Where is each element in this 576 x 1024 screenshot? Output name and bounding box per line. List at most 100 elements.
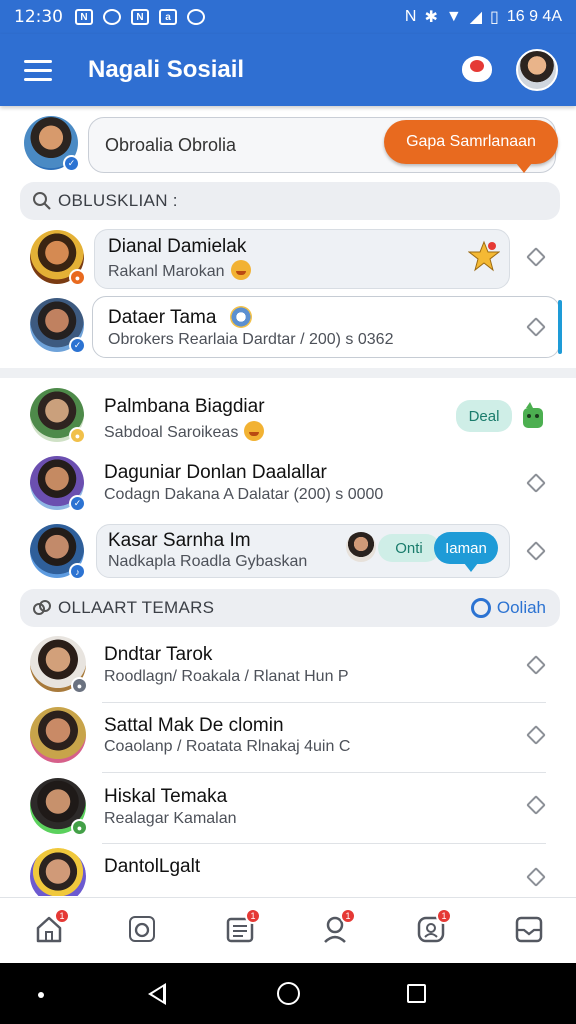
scroll-indicator bbox=[558, 300, 562, 354]
composer-send-button[interactable]: Gapa Samrlanaan bbox=[384, 120, 558, 173]
chat-avatar-1: ● bbox=[30, 230, 86, 286]
battery-icon: ▯ bbox=[490, 9, 499, 26]
chat-avatar-3: ● bbox=[30, 388, 86, 444]
chat-avatar-4: ✓ bbox=[30, 456, 86, 512]
status-badge: ● bbox=[71, 677, 88, 694]
chat-name-5: Kasar Sarnha Im bbox=[108, 530, 251, 551]
chat-more-icon-1[interactable] bbox=[526, 247, 546, 267]
groups-icon[interactable]: 1 bbox=[320, 908, 356, 944]
status-right-text: 16 9 4A bbox=[506, 8, 562, 25]
star-sticker-icon bbox=[468, 240, 500, 272]
chat-subtitle-3: Sabdoal Saroikeas bbox=[104, 421, 265, 442]
section-divider bbox=[0, 368, 576, 378]
music-icon: ♪ bbox=[69, 563, 86, 580]
home-circle-icon[interactable] bbox=[277, 982, 300, 1005]
home-icon[interactable]: 1 bbox=[34, 908, 70, 944]
system-nav-bar bbox=[0, 963, 576, 1024]
signal-icon: ◢ bbox=[469, 9, 483, 26]
back-icon[interactable] bbox=[148, 983, 166, 1005]
bluetooth-icon: ✱ bbox=[424, 9, 438, 26]
nav-badge: 1 bbox=[436, 908, 452, 924]
chat-name-3: Palmbana Biagdiar bbox=[104, 396, 265, 417]
chat-pill-3[interactable]: Deal bbox=[456, 400, 512, 432]
composer-placeholder: Obroalia Obrolia bbox=[105, 134, 237, 155]
friend-more-icon-2[interactable] bbox=[526, 725, 546, 745]
friend-avatar-4 bbox=[30, 848, 86, 896]
chat-mini-avatar bbox=[346, 532, 376, 562]
chat-pill-left-5[interactable]: Onti bbox=[378, 534, 440, 562]
chat-subtitle-2: Obrokers Rearlaia Dardtar / 200) s 0362 bbox=[108, 331, 394, 348]
notification-n2-icon: N bbox=[131, 9, 149, 25]
chat-name-2: Dataer Tama bbox=[108, 307, 217, 328]
compass-icon bbox=[187, 9, 205, 25]
inbox-glyph bbox=[515, 916, 543, 943]
search-label: OBLUSKLIAN : bbox=[58, 191, 178, 210]
news-icon[interactable]: 1 bbox=[225, 908, 261, 944]
friend-subtitle-1: Roodlagn/ Roakala / Rlanat Hun P bbox=[104, 668, 349, 685]
friend-more-icon-3[interactable] bbox=[526, 795, 546, 815]
menu-icon[interactable] bbox=[14, 46, 62, 94]
friend-avatar-1: ● bbox=[30, 636, 88, 694]
emoji-icon bbox=[230, 260, 251, 280]
nav-badge: 1 bbox=[340, 908, 356, 924]
friend-more-icon-1[interactable] bbox=[526, 655, 546, 675]
chat-subtitle-4: Codagn Dakana A Dalatar (200) s 0000 bbox=[104, 486, 384, 503]
row-divider bbox=[102, 702, 546, 703]
assistant-dot-icon bbox=[38, 992, 44, 998]
notification-n-icon: N bbox=[75, 9, 93, 25]
profile-icon[interactable]: 1 bbox=[416, 908, 452, 944]
verified-icon: ✓ bbox=[63, 155, 80, 172]
friend-more-icon-4[interactable] bbox=[526, 867, 546, 887]
friends-section-label: OLLAART TEMARS bbox=[58, 598, 215, 617]
chat-icon[interactable] bbox=[127, 914, 157, 944]
chat-subtitle-1: Rakanl Marokan bbox=[108, 260, 251, 281]
chat-avatar-2: ✓ bbox=[30, 298, 86, 354]
chat-avatar-5: ♪ bbox=[30, 524, 86, 580]
notification-bell-icon[interactable] bbox=[460, 52, 496, 88]
nav-badge: 1 bbox=[245, 908, 261, 924]
link-icon bbox=[33, 600, 51, 615]
chat-name-1: Dianal Damielak bbox=[108, 236, 247, 257]
bottom-nav: 1 1 1 1 bbox=[0, 897, 576, 963]
search-icon bbox=[33, 192, 51, 210]
profile-avatar[interactable] bbox=[516, 49, 558, 91]
friend-avatar-2 bbox=[30, 707, 86, 763]
status-time: 12:30 bbox=[14, 7, 63, 27]
notification-a-icon: a bbox=[159, 9, 177, 25]
friend-subtitle-3: Realagar Kamalan bbox=[104, 810, 237, 827]
chat-subtitle-5: Nadkapla Roadla Gybaskan bbox=[108, 553, 308, 570]
friend-subtitle-2: Coaolanp / Roatata Rlnakaj 4uin C bbox=[104, 738, 351, 755]
friend-name-1: Dndtar Tarok bbox=[104, 644, 213, 665]
row-divider bbox=[102, 843, 546, 844]
friend-avatar-3: ● bbox=[30, 778, 88, 836]
status-right: N ✱ ▼ ◢ ▯ 16 9 4A bbox=[405, 7, 562, 27]
nfc-icon: N bbox=[404, 8, 417, 25]
composer-avatar: ✓ bbox=[24, 116, 80, 172]
wifi-icon: ▼ bbox=[445, 8, 462, 25]
verified-icon: ✓ bbox=[69, 495, 86, 512]
chat-more-icon-5[interactable] bbox=[526, 541, 546, 561]
emoji-icon bbox=[244, 421, 265, 441]
chat-more-icon-4[interactable] bbox=[526, 473, 546, 493]
globe-icon bbox=[230, 306, 252, 328]
sticker-icon bbox=[523, 402, 543, 428]
status-badge: ● bbox=[69, 427, 86, 444]
chat-name-4: Daguniar Donlan Daalallar bbox=[104, 462, 327, 483]
chat-pill-right-5[interactable]: Iaman bbox=[434, 532, 498, 572]
camera-icon bbox=[103, 9, 121, 25]
app-title: Nagali Sosiail bbox=[88, 56, 245, 83]
status-badge: ● bbox=[69, 269, 86, 286]
inbox-icon[interactable] bbox=[514, 914, 544, 944]
verified-icon: ✓ bbox=[69, 337, 86, 354]
friend-name-2: Sattal Mak De clomin bbox=[104, 715, 284, 736]
app-bar: Nagali Sosiail bbox=[0, 34, 576, 106]
search-bar[interactable]: OBLUSKLIAN : bbox=[20, 182, 560, 220]
row-divider bbox=[102, 772, 546, 773]
see-all-icon bbox=[470, 598, 491, 618]
online-icon: ● bbox=[71, 819, 88, 836]
friend-name-3: Hiskal Temaka bbox=[104, 786, 228, 807]
recents-icon[interactable] bbox=[407, 984, 426, 1003]
chat-glyph bbox=[134, 922, 150, 938]
see-all-button[interactable]: Ooliah bbox=[470, 598, 546, 618]
status-bar: 12:30 N N a N ✱ ▼ ◢ ▯ 16 9 4A bbox=[0, 0, 576, 34]
